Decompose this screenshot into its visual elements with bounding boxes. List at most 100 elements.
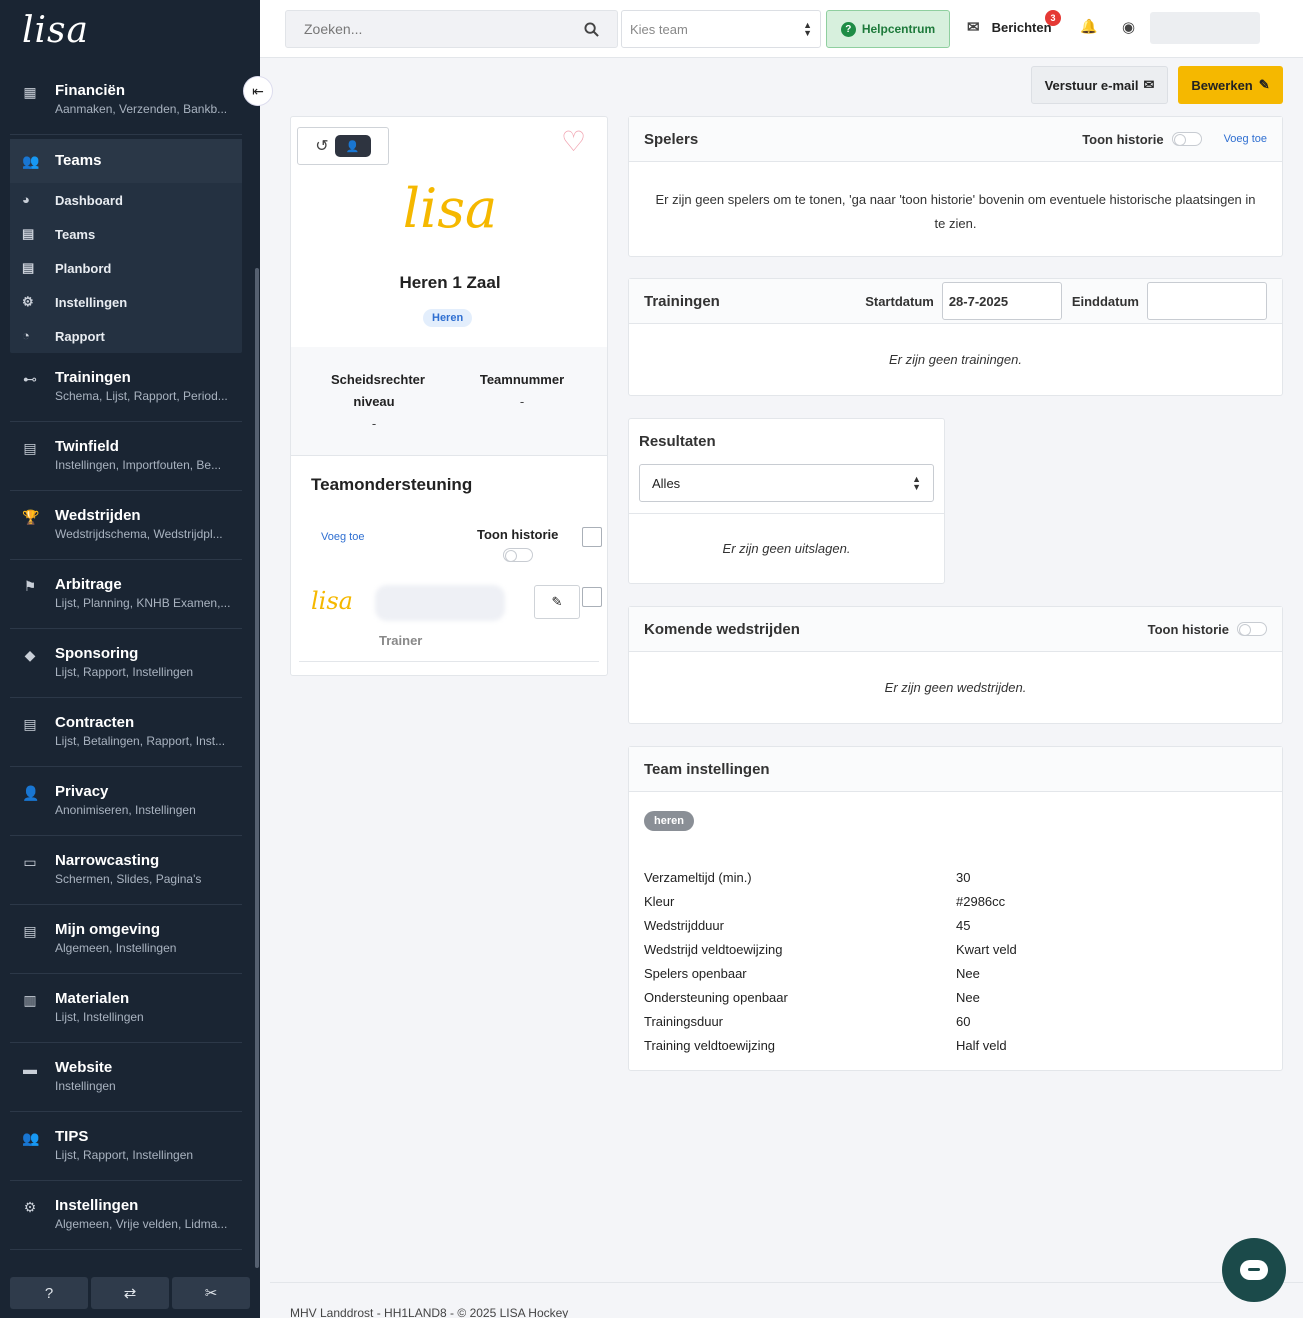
results-empty-message: Er zijn geen uitslagen. xyxy=(722,541,851,556)
sidebar-item-subtitle: Anonimiseren, Instellingen xyxy=(55,803,196,817)
sidebar-item-teams[interactable]: 👥 Teams xyxy=(10,139,242,183)
sidebar-subitem-planbord[interactable]: ▤ Planbord xyxy=(10,251,242,285)
send-email-button[interactable]: Verstuur e-mail ✉ xyxy=(1031,66,1168,104)
sidebar-item-subtitle: Lijst, Planning, KNHB Examen,... xyxy=(55,596,231,610)
players-header-actions: Toon historie Voeg toe xyxy=(1082,132,1267,147)
sidebar-scrollbar[interactable] xyxy=(255,268,259,1268)
players-card-header: Spelers Toon historie Voeg toe xyxy=(629,117,1282,162)
sidebar-group-teams: 👥 Teams ◕ Dashboard ▤ Teams ▤ Planbord ⚙… xyxy=(10,139,242,353)
sidebar-item-subtitle: Lijst, Instellingen xyxy=(55,1010,144,1024)
sidebar-item-title: Teams xyxy=(55,152,102,169)
add-player-link[interactable]: Voeg toe xyxy=(1224,133,1267,145)
help-circle-button[interactable]: ? xyxy=(10,1277,88,1309)
divider xyxy=(299,661,599,662)
user-lock-icon[interactable]: 👤 xyxy=(334,135,371,157)
sidebar-item-subtitle: Schema, Lijst, Rapport, Period... xyxy=(55,389,228,403)
support-member-checkbox[interactable] xyxy=(582,587,602,607)
search-icon[interactable] xyxy=(584,21,599,37)
trainings-empty-message: Er zijn geen trainingen. xyxy=(889,352,1022,367)
end-date-input[interactable] xyxy=(1147,282,1267,320)
support-history-switch[interactable] xyxy=(502,548,533,562)
team-name: Heren 1 Zaal xyxy=(399,273,501,292)
settings-row: Wedstrijdduur 45 xyxy=(644,913,1264,937)
sidebar-subitem-teams[interactable]: ▤ Teams xyxy=(10,217,242,251)
sidebar-item-wedstrijden[interactable]: 🏆 Wedstrijden Wedstrijdschema, Wedstrijdpl… xyxy=(10,491,242,560)
players-history-label: Toon historie xyxy=(1082,131,1164,147)
results-card: Resultaten Alles ▲ ▼ Er zijn geen uitslag… xyxy=(628,418,945,584)
id-card-icon: ▤ xyxy=(22,226,35,241)
sidebar-item-title: Trainingen xyxy=(55,369,131,386)
wedstrijden-icon: 🏆 xyxy=(22,509,40,525)
players-card: Spelers Toon historie Voeg toe Er zijn g… xyxy=(628,116,1283,257)
sidebar-item-contracten[interactable]: ▤ Contracten Lijst, Betalingen, Rapport, I… xyxy=(10,698,242,767)
sidebar-item-financien[interactable]: ▦ Financiën Aanmaken, Verzenden, Bankb..… xyxy=(10,66,242,135)
sidebar-subitem-dashboard[interactable]: ◕ Dashboard xyxy=(10,183,242,217)
select-arrows-icon: ▲ ▼ xyxy=(912,474,921,492)
twinfield-icon: ▤ xyxy=(23,440,37,456)
add-support-link[interactable]: Voeg toe xyxy=(321,531,364,543)
lisa-logo[interactable]: lisa xyxy=(22,10,89,51)
history-icon[interactable]: ↺ xyxy=(315,136,328,156)
inbox-icon: ✉ xyxy=(967,19,980,36)
team-select[interactable]: Kies team ▲ ▼ xyxy=(621,10,821,48)
user-name-blurred[interactable] xyxy=(1150,12,1260,44)
tools-button[interactable]: ✂ xyxy=(172,1277,250,1309)
sidebar-item-title: Privacy xyxy=(55,783,109,800)
support-history-label: Toon historie xyxy=(477,527,559,542)
messages-count-badge: 3 xyxy=(1045,10,1061,26)
sidebar-subitem-rapport[interactable]: ◔ Rapport xyxy=(10,319,242,353)
support-member-name-blurred[interactable] xyxy=(375,585,505,621)
user-circle-icon[interactable]: ◉ xyxy=(1122,18,1135,36)
team-settings-tag: heren xyxy=(644,811,694,831)
question-icon: ? xyxy=(840,21,856,37)
edit-button[interactable]: Bewerken ✎ xyxy=(1178,66,1283,104)
support-history-toggle[interactable]: Toon historie xyxy=(477,527,558,562)
bell-icon[interactable]: 🔔 xyxy=(1080,18,1097,35)
sidebar-item-title: Narrowcasting xyxy=(55,852,160,869)
settings-key: Wedstrijdduur xyxy=(644,917,724,933)
website-icon: ▬ xyxy=(23,1061,37,1077)
pencil-icon: ✎ xyxy=(551,594,563,609)
sidebar-item-title: Materialen xyxy=(55,990,130,1007)
results-filter-select[interactable]: Alles ▲ ▼ xyxy=(639,464,934,502)
chat-button[interactable] xyxy=(1222,1238,1286,1302)
collapse-sidebar-button[interactable]: ⇤ xyxy=(243,76,273,106)
matches-history-switch[interactable] xyxy=(1237,622,1267,636)
sidebar-subitem-label: Dashboard xyxy=(55,193,123,208)
sidebar-item-narrowcasting[interactable]: ▭ Narrowcasting Schermen, Slides, Pagina's xyxy=(10,836,242,905)
sidebar-item-trainingen[interactable]: ⊷ Trainingen Schema, Lijst, Rapport, Perio… xyxy=(10,353,242,422)
start-date-input[interactable]: 28-7-2025 xyxy=(941,282,1062,320)
history-privacy-toggle[interactable]: ↺ 👤 xyxy=(297,127,389,165)
sidebar-item-subtitle: Schermen, Slides, Pagina's xyxy=(55,872,202,886)
switch-button[interactable]: ⇄ xyxy=(91,1277,169,1309)
sidebar-item-instellingen[interactable]: ⚙ Instellingen Algemeen, Vrije velden, Lid… xyxy=(10,1181,242,1250)
team-profile-card: ↺ 👤 ♡ lisa Heren 1 Zaal Heren Scheidsrec… xyxy=(290,116,608,676)
sidebar-item-privacy[interactable]: 👤 Privacy Anonimiseren, Instellingen xyxy=(10,767,242,836)
sidebar-item-sponsoring[interactable]: ◆ Sponsoring Lijst, Rapport, Instellingen xyxy=(10,629,242,698)
privacy-icon: 👤 xyxy=(22,785,40,801)
sidebar-item-website[interactable]: ▬ Website Instellingen xyxy=(10,1043,242,1112)
messages-button[interactable]: ✉ Berichten 3 xyxy=(967,10,1061,36)
settings-row: Wedstrijd veldtoewijzing Kwart veld xyxy=(644,937,1264,961)
envelope-icon: ✉ xyxy=(1143,77,1155,92)
footer-text: MHV Landdrost - HH1LAND8 - © 2025 LISA H… xyxy=(290,1306,569,1318)
players-history-switch[interactable] xyxy=(1171,132,1202,146)
messages-label: Berichten xyxy=(991,19,1052,35)
sidebar-item-mijn-omgeving[interactable]: ▤ Mijn omgeving Algemeen, Instellingen xyxy=(10,905,242,974)
edit-support-member-button[interactable]: ✎ xyxy=(534,585,580,619)
sidebar-item-tips[interactable]: 👥 TIPS Lijst, Rapport, Instellingen xyxy=(10,1112,242,1181)
sidebar-item-title: Arbitrage xyxy=(55,576,122,593)
sidebar-item-arbitrage[interactable]: ⚑ Arbitrage Lijst, Planning, KNHB Examen,.… xyxy=(10,560,242,629)
support-select-all-checkbox[interactable] xyxy=(582,527,602,547)
sidebar-item-twinfield[interactable]: ▤ Twinfield Instellingen, Importfouten, Be… xyxy=(10,422,242,491)
team-settings-header: Team instellingen xyxy=(629,747,1282,792)
referee-level-value: - xyxy=(371,416,377,431)
sidebar-subitem-instellingen[interactable]: ⚙ Instellingen xyxy=(10,285,242,319)
search-input[interactable]: Zoeken... xyxy=(285,10,618,48)
helpcentrum-button[interactable]: ? Helpcentrum xyxy=(826,10,950,48)
heart-icon[interactable]: ♡ xyxy=(561,125,586,158)
sidebar-item-materialen[interactable]: ▥ Materialen Lijst, Instellingen xyxy=(10,974,242,1043)
trainings-card-header: Trainingen Startdatum 28-7-2025 Einddatu… xyxy=(629,279,1282,324)
settings-key: Wedstrijd veldtoewijzing xyxy=(644,941,783,957)
upcoming-matches-card: Komende wedstrijden Toon historie Er zij… xyxy=(628,606,1283,724)
